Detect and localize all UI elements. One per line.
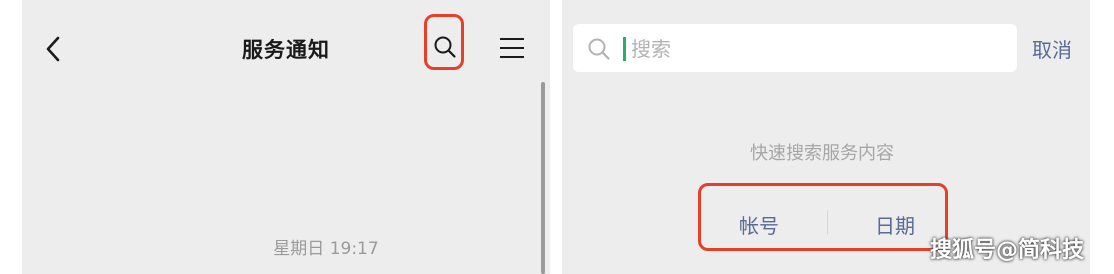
filter-divider <box>827 210 828 234</box>
search-icon <box>588 38 610 60</box>
cancel-button[interactable]: 取消 <box>1032 34 1072 63</box>
search-bar[interactable] <box>573 24 1017 72</box>
hamburger-menu-icon <box>500 38 524 58</box>
filter-date-button[interactable]: 日期 <box>875 210 915 239</box>
search-icon <box>434 36 456 58</box>
search-filter-group: 帐号 日期 <box>698 183 948 251</box>
filter-account-button[interactable]: 帐号 <box>739 210 779 239</box>
service-notification-screen: 服务通知 星期日 19:17 <box>22 0 550 274</box>
message-timestamp: 星期日 19:17 <box>273 239 379 259</box>
page-title: 服务通知 <box>242 38 330 62</box>
search-button[interactable] <box>424 14 464 70</box>
watermark: 搜狐号@简科技 <box>930 238 1085 263</box>
search-input[interactable] <box>629 32 1003 66</box>
text-caret <box>623 37 626 61</box>
search-hint: 快速搜索服务内容 <box>750 143 894 164</box>
menu-button[interactable] <box>499 37 525 59</box>
